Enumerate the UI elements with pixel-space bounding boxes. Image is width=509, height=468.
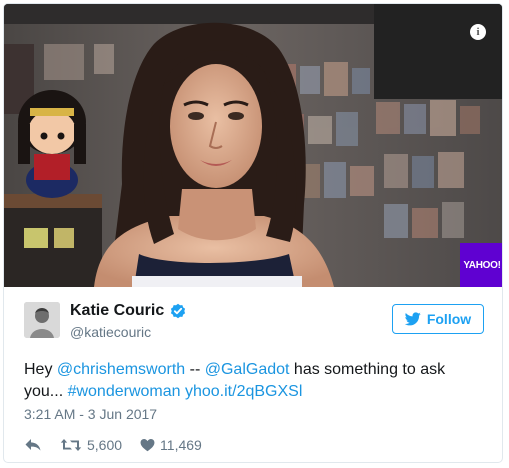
yahoo-logo-badge: YAHOO! xyxy=(460,243,502,287)
follow-button[interactable]: Follow xyxy=(392,304,484,334)
tweet-author: Katie Couric @katiecouric Follow xyxy=(24,302,484,342)
info-icon[interactable]: i xyxy=(470,24,486,40)
author-handle[interactable]: @katiecouric xyxy=(70,324,151,340)
tweet-actions: 5,600 11,469 xyxy=(24,436,202,454)
tweet-timestamp[interactable]: 3:21 AM - 3 Jun 2017 xyxy=(24,406,157,422)
verified-badge-icon xyxy=(170,303,186,319)
retweet-button[interactable]: 5,600 xyxy=(60,437,122,453)
embedded-tweet: i YAHOO! Katie Couric @katiecouric Follo… xyxy=(3,3,503,463)
author-name-row[interactable]: Katie Couric xyxy=(70,302,186,320)
text-segment: -- xyxy=(185,361,205,378)
avatar[interactable] xyxy=(24,302,60,338)
mention-link-chrishemsworth[interactable]: @chrishemsworth xyxy=(57,361,185,378)
retweet-icon xyxy=(60,438,82,452)
text-segment: Hey xyxy=(24,361,57,378)
tweet-text: Hey @chrishemsworth -- @GalGadot has som… xyxy=(24,359,484,403)
video-thumbnail[interactable]: i YAHOO! xyxy=(4,4,502,287)
reply-button[interactable] xyxy=(24,438,42,452)
url-link[interactable]: yhoo.it/2qBGXSl xyxy=(185,383,302,400)
retweet-count: 5,600 xyxy=(87,437,123,453)
author-name[interactable]: Katie Couric xyxy=(70,302,164,320)
hashtag-link-wonderwoman[interactable]: #wonderwoman xyxy=(68,383,181,400)
reply-icon xyxy=(24,438,42,452)
video-frame-image xyxy=(4,4,502,287)
follow-label: Follow xyxy=(426,311,472,327)
twitter-bird-icon xyxy=(404,312,421,326)
mention-link-galgadot[interactable]: @GalGadot xyxy=(205,361,290,378)
avatar-image xyxy=(24,302,60,338)
like-count: 11,469 xyxy=(160,437,202,453)
like-button[interactable]: 11,469 xyxy=(140,437,202,453)
heart-icon xyxy=(140,438,155,452)
